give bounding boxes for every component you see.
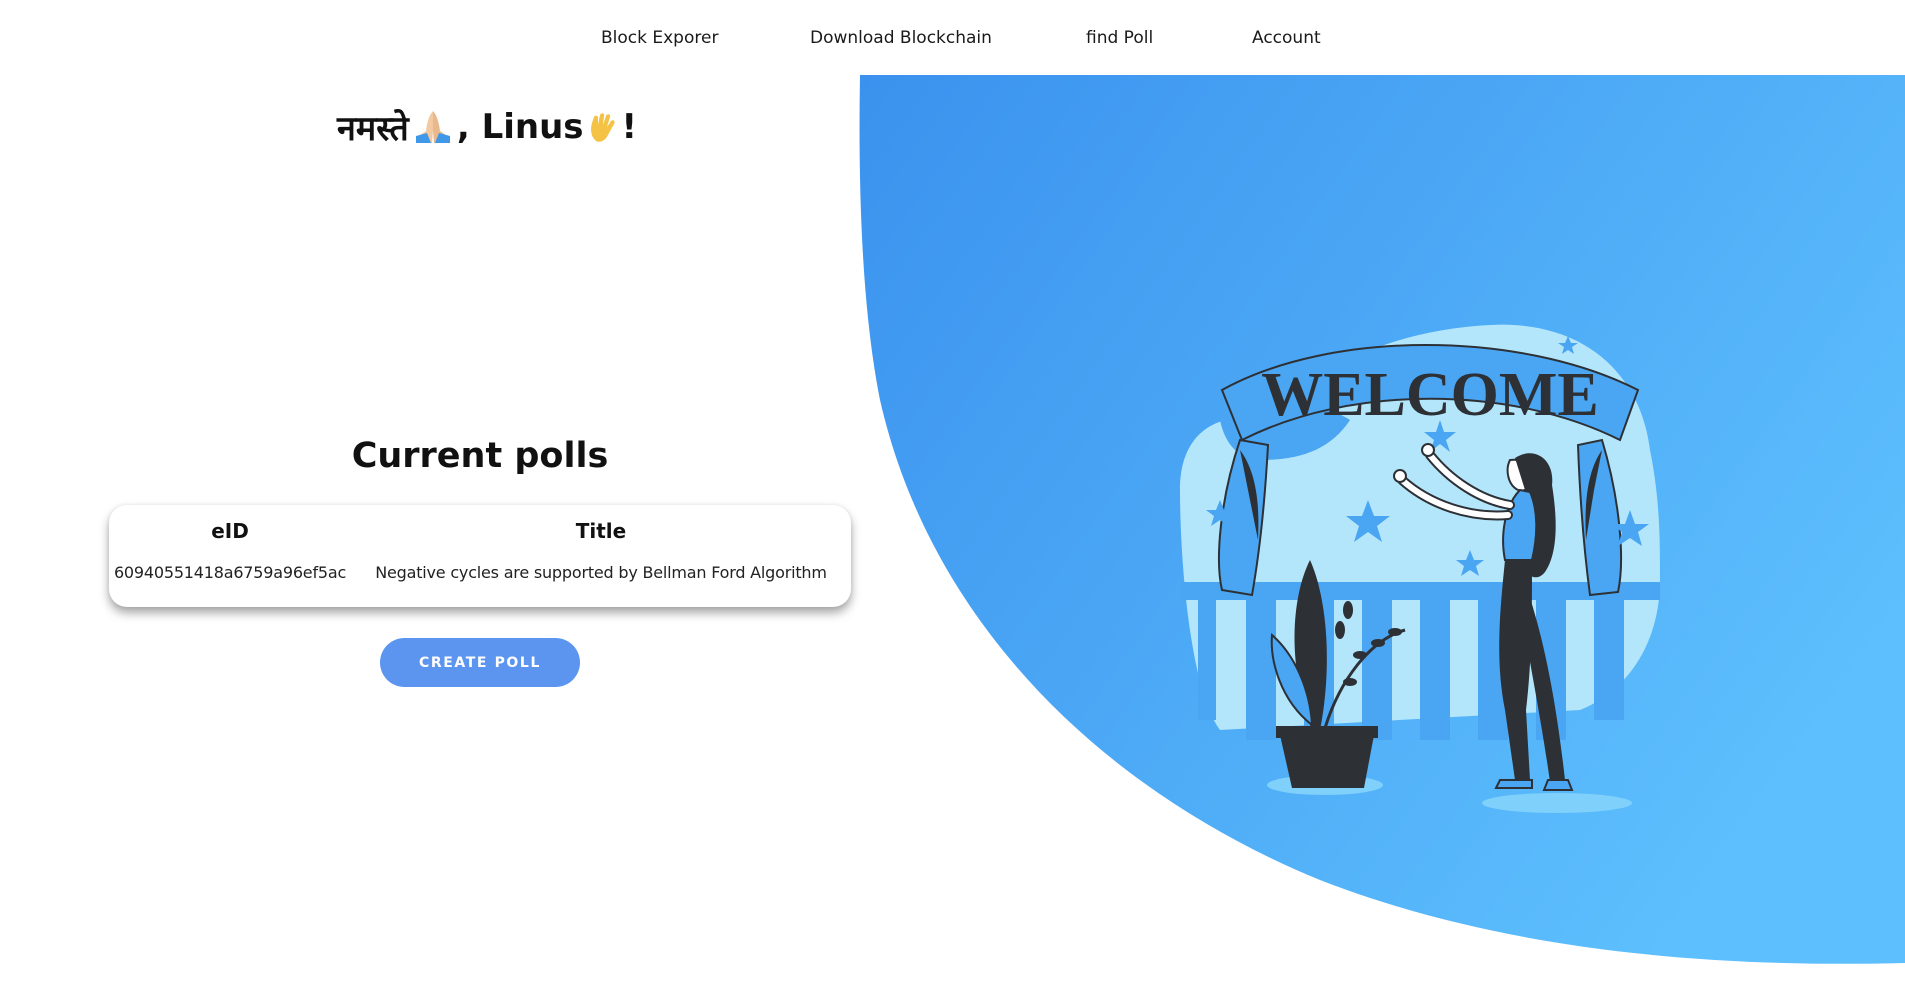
greeting-exclamation: ! <box>621 107 638 147</box>
greeting-heading: नमस्ते , Linus ! <box>337 104 637 150</box>
greeting-namaste-text: नमस्ते <box>337 109 409 149</box>
nav-find-poll[interactable]: find Poll <box>1086 28 1153 48</box>
welcome-illustration: WELCOME <box>1180 324 1660 813</box>
plant-pot <box>1280 735 1374 788</box>
polls-table-card: eID Title 60940551418a6759a96ef5ac Negat… <box>109 505 851 607</box>
waving-hand-icon <box>588 111 618 143</box>
nav-download-blockchain[interactable]: Download Blockchain <box>810 28 992 48</box>
table-row[interactable]: 60940551418a6759a96ef5ac Negative cycles… <box>109 553 851 594</box>
top-nav: Block Exporer Download Blockchain find P… <box>0 0 1905 75</box>
poll-eid-cell: 60940551418a6759a96ef5ac <box>113 563 347 582</box>
nav-account[interactable]: Account <box>1252 28 1321 48</box>
nav-block-explorer[interactable]: Block Exporer <box>601 28 718 48</box>
greeting-name-text: , Linus <box>456 107 584 147</box>
polls-table: eID Title 60940551418a6759a96ef5ac Negat… <box>109 505 851 594</box>
column-header-title: Title <box>575 519 627 543</box>
poll-title-cell: Negative cycles are supported by Bellman… <box>375 563 827 582</box>
column-header-eid: eID <box>211 519 249 543</box>
welcome-banner-text: WELCOME <box>1261 361 1599 429</box>
create-poll-button[interactable]: CREATE POLL <box>380 638 580 687</box>
table-header-row: eID Title <box>109 505 851 553</box>
folded-hands-icon <box>413 109 453 145</box>
current-polls-heading: Current polls <box>351 436 609 476</box>
